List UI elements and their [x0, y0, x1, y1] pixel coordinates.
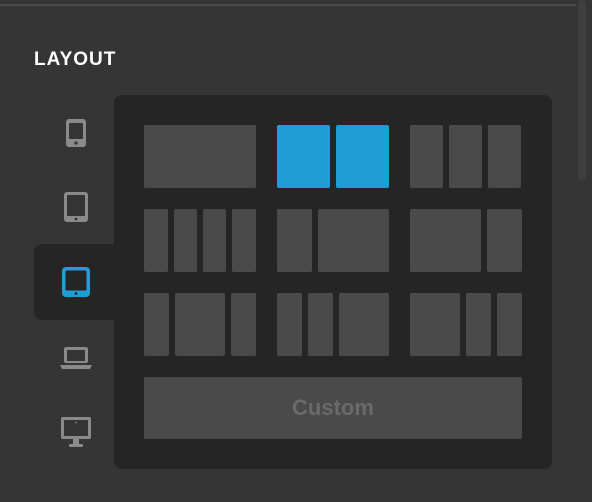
scrollbar[interactable] [578, 0, 586, 180]
layout-option-1-1-2[interactable] [277, 293, 389, 356]
column-block [487, 209, 522, 272]
custom-layout-button[interactable]: Custom [144, 377, 522, 439]
layout-option-3-col-equal[interactable] [410, 125, 521, 188]
column-block [308, 293, 333, 356]
column-block [144, 125, 256, 188]
column-block [144, 293, 169, 356]
column-block [466, 293, 491, 356]
column-block [231, 293, 256, 356]
column-block [277, 293, 302, 356]
device-desktop[interactable] [34, 394, 118, 470]
column-block [410, 293, 460, 356]
column-block [410, 209, 481, 272]
column-block [232, 209, 256, 272]
column-block [203, 209, 226, 272]
top-divider [0, 4, 576, 6]
section-title: LAYOUT [34, 49, 117, 70]
column-block [318, 209, 389, 272]
tablet-portrait-icon [64, 192, 88, 222]
column-block [277, 209, 312, 272]
tablet-landscape-icon [62, 267, 90, 297]
column-block [488, 125, 521, 188]
layout-option-2-1-1[interactable] [410, 293, 522, 356]
column-block [339, 293, 389, 356]
layout-option-1-2[interactable] [277, 209, 389, 272]
layout-settings-root: LAYOUT Custom [0, 0, 592, 502]
phone-icon [66, 119, 86, 147]
desktop-icon [61, 417, 91, 447]
column-block [410, 125, 443, 188]
device-laptop[interactable] [34, 320, 118, 396]
layout-option-2-col-equal[interactable] [277, 125, 389, 188]
column-block [144, 209, 168, 272]
column-block [277, 125, 330, 188]
column-block [174, 209, 197, 272]
layout-option-1-2-1[interactable] [144, 293, 256, 356]
column-block [497, 293, 522, 356]
device-tablet-portrait[interactable] [34, 169, 118, 245]
column-block [336, 125, 389, 188]
layout-option-2-1[interactable] [410, 209, 522, 272]
layout-option-1-col[interactable] [144, 125, 256, 188]
device-tablet-landscape[interactable] [34, 244, 118, 320]
column-block [175, 293, 225, 356]
device-phone[interactable] [34, 95, 118, 171]
column-block [449, 125, 482, 188]
layout-option-4-col-equal[interactable] [144, 209, 256, 272]
laptop-icon [60, 347, 92, 369]
